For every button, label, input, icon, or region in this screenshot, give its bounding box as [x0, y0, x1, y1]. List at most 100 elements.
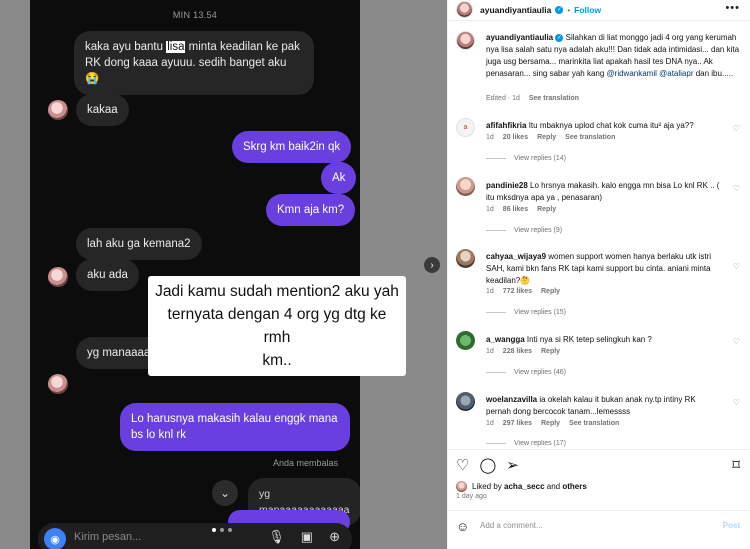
mention-link[interactable]: @ridwankamil: [607, 69, 657, 78]
chat-message-6: lah aku ga kemana2: [76, 228, 202, 260]
comment-username[interactable]: afifahfikria: [486, 121, 526, 130]
like-heart-icon[interactable]: ♡: [733, 398, 740, 407]
like-heart-icon[interactable]: ♡: [733, 184, 740, 193]
comment-likes[interactable]: 20 likes: [503, 134, 528, 141]
view-replies-label: View replies (46): [514, 369, 567, 376]
replies-line: [486, 157, 506, 159]
caption-line: km..: [262, 352, 292, 369]
separator-dot: •: [567, 5, 571, 15]
comment-time: 1d: [486, 348, 494, 355]
see-translation-link[interactable]: See translation: [569, 420, 619, 427]
commenter-avatar[interactable]: a: [456, 118, 475, 137]
comment-meta: 1d 20 likes Reply See translation: [486, 134, 615, 141]
next-arrow-icon[interactable]: ›: [424, 257, 440, 273]
replies-line: [486, 442, 506, 444]
add-comment-input[interactable]: Add a comment...: [480, 521, 543, 530]
verified-icon: ✓: [555, 6, 564, 14]
commenter-avatar[interactable]: [456, 177, 475, 196]
comment-likes[interactable]: 297 likes: [503, 420, 532, 427]
see-translation-link[interactable]: See translation: [565, 134, 615, 141]
chat-avatar: [48, 100, 68, 120]
comment-username[interactable]: pandinie28: [486, 181, 528, 190]
liked-others[interactable]: others: [562, 482, 586, 491]
message-composer[interactable]: ◉ Kirim pesan... 🎙 ▣ ⊕: [38, 523, 352, 549]
chat-message-5: Kmn aja km?: [266, 194, 356, 226]
like-heart-icon[interactable]: ♡: [733, 124, 740, 133]
post-comment-button[interactable]: Post: [723, 521, 740, 530]
emoji-icon[interactable]: ☺: [456, 519, 469, 534]
comment-likes[interactable]: 228 likes: [503, 348, 532, 355]
scroll-down-icon[interactable]: ⌄: [212, 480, 238, 506]
view-replies-link[interactable]: View replies (9): [486, 227, 562, 234]
commenter-avatar[interactable]: [456, 392, 475, 411]
owner-username[interactable]: ayuandiyantiaulia: [480, 5, 551, 15]
commenter-avatar[interactable]: [456, 331, 475, 350]
mention-link[interactable]: @ataliapr: [659, 69, 693, 78]
chat-avatar: [48, 374, 68, 394]
add-comment-bar: ☺ Add a comment... Post: [448, 510, 750, 540]
reply-button[interactable]: Reply: [541, 348, 560, 355]
camera-icon[interactable]: ◉: [44, 528, 66, 549]
comment-meta: 1d 228 likes Reply: [486, 348, 560, 355]
comment: woelanzavilla ia okelah kalau it bukan a…: [486, 394, 720, 418]
follow-button[interactable]: Follow: [574, 5, 601, 15]
view-replies-link[interactable]: View replies (46): [486, 369, 566, 376]
comment-time: 1d: [486, 420, 494, 427]
owner-avatar[interactable]: [456, 1, 473, 18]
reply-button[interactable]: Reply: [541, 288, 560, 295]
comment-time: 1d: [486, 134, 494, 141]
msg1-pre: kaka ayu bantu: [85, 41, 167, 53]
owner-avatar[interactable]: [456, 31, 475, 50]
comment-text: Itu mbaknya uplod chat kok cuma itu² aja…: [528, 121, 694, 130]
instagram-post-view: MIN 13.54 kaka ayu bantu lisa minta kead…: [0, 0, 750, 549]
comment-likes[interactable]: 86 likes: [503, 206, 528, 213]
replies-line: [486, 371, 506, 373]
view-replies-label: View replies (9): [514, 227, 563, 234]
view-replies-link[interactable]: View replies (17): [486, 440, 566, 448]
comment: cahyaa_wijaya9 women support women hanya…: [486, 251, 720, 287]
liked-prefix: Liked by: [472, 482, 505, 491]
like-heart-icon[interactable]: ♡: [733, 337, 740, 346]
microphone-icon[interactable]: 🎙: [268, 529, 285, 545]
comment-icon[interactable]: ◯: [479, 456, 496, 474]
chat-message-7: aku ada: [76, 259, 139, 291]
share-icon[interactable]: ➢: [506, 456, 519, 474]
carousel-dot: [212, 528, 216, 532]
like-heart-icon[interactable]: ♡: [733, 262, 740, 271]
commenter-avatar[interactable]: [456, 249, 475, 268]
post-caption: ayuandiyantiaulia ✓ Silahkan di liat mon…: [486, 32, 742, 80]
liked-user[interactable]: acha_secc: [504, 482, 544, 491]
comment-likes[interactable]: 772 likes: [503, 288, 532, 295]
view-replies-link[interactable]: View replies (14): [486, 155, 566, 162]
caption-username[interactable]: ayuandiyantiaulia: [486, 33, 553, 42]
reply-button[interactable]: Reply: [541, 420, 560, 427]
msg1-highlight: lisa: [166, 41, 186, 53]
reply-button[interactable]: Reply: [537, 134, 556, 141]
comment-username[interactable]: woelanzavilla: [486, 395, 537, 404]
plus-icon[interactable]: ⊕: [329, 529, 340, 545]
comment-meta: 1d 297 likes Reply See translation: [486, 420, 619, 427]
like-heart-icon[interactable]: ♡: [456, 456, 469, 474]
bookmark-icon[interactable]: ⌑: [732, 456, 740, 474]
comment-username[interactable]: cahyaa_wijaya9: [486, 252, 546, 261]
chat-message-2: kakaa: [76, 94, 129, 126]
caption-time: Edited · 1d: [486, 95, 520, 102]
more-options-icon[interactable]: •••: [725, 2, 740, 14]
comment-text: Inti nya si RK tetep selingkuh kan ?: [526, 335, 652, 344]
replies-line: [486, 229, 506, 231]
comment: afifahfikria Itu mbaknya uplod chat kok …: [486, 120, 720, 132]
comment-meta: 1d 86 likes Reply: [486, 206, 556, 213]
see-translation-link[interactable]: See translation: [529, 95, 579, 102]
caption-line: ternyata dengan 4 org yg dtg ke rmh: [167, 306, 387, 346]
view-replies-link[interactable]: View replies (15): [486, 309, 566, 316]
post-header: ayuandiyantiaulia ✓ • Follow •••: [448, 0, 750, 20]
composer-icons: 🎙 ▣ ⊕: [268, 529, 340, 545]
comment-username[interactable]: a_wangga: [486, 335, 525, 344]
comment-time: 1d: [486, 288, 494, 295]
composer-placeholder: Kirim pesan...: [74, 531, 142, 543]
view-replies-label: View replies (17): [514, 440, 567, 447]
reply-button[interactable]: Reply: [537, 206, 556, 213]
image-icon[interactable]: ▣: [301, 529, 313, 545]
carousel-dot: [228, 528, 232, 532]
chat-message-4: Ak: [321, 162, 357, 194]
